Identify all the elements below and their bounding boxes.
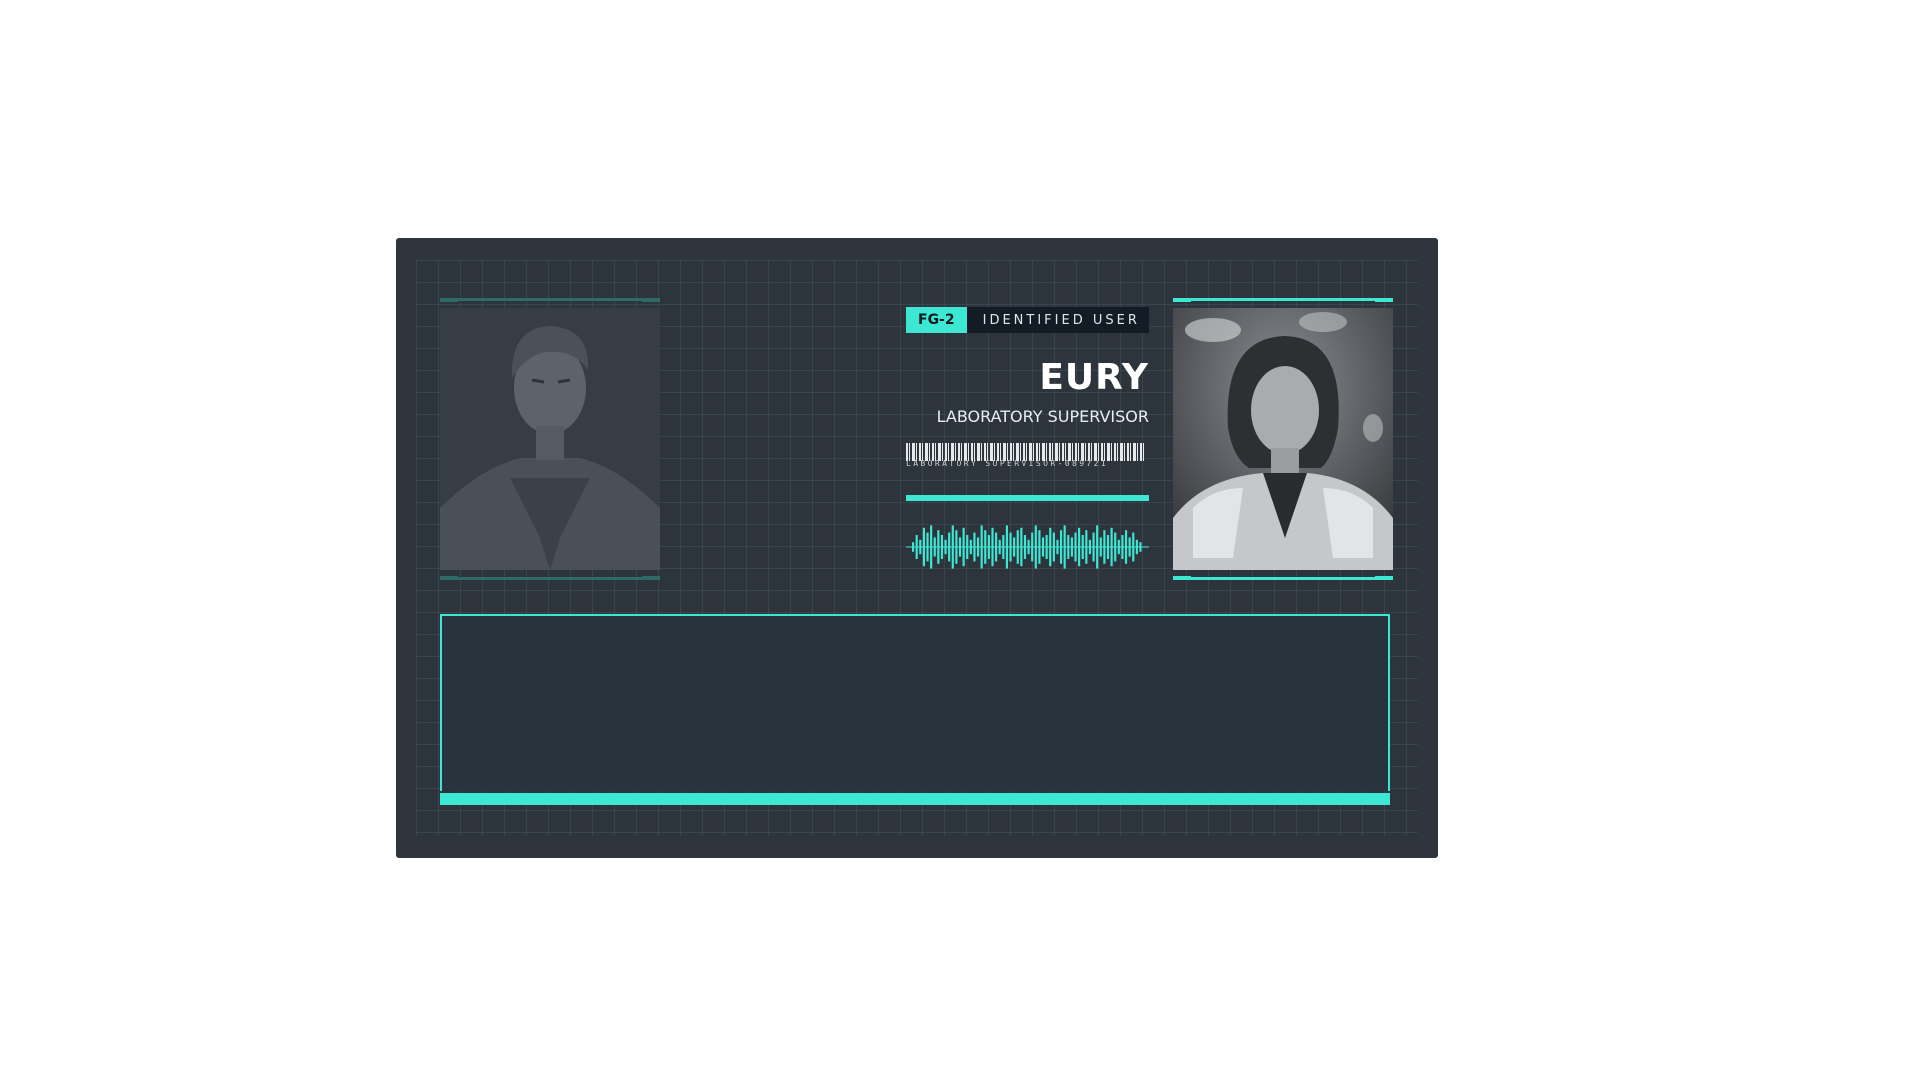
waveform-bar (1078, 527, 1081, 567)
accent-divider (906, 495, 1149, 501)
waveform-bar (1059, 530, 1063, 564)
portrait-frame-top (1173, 298, 1393, 301)
waveform-bar (933, 537, 936, 557)
male-character-silhouette (440, 308, 660, 570)
portrait-frame-cap (440, 576, 458, 580)
waveform-bar (1005, 525, 1009, 569)
portrait-frame-bottom (1173, 577, 1393, 580)
speaker-name: EURY (1039, 357, 1149, 398)
waveform-bar (1023, 535, 1027, 559)
waveform-bar (944, 539, 947, 555)
speaker-role: LABORATORY SUPERVISOR (936, 407, 1149, 426)
inactive-speaker-portrait (440, 298, 660, 580)
waveform-bar (1038, 530, 1041, 564)
waveform-bar (1027, 539, 1030, 555)
waveform-bar (976, 537, 980, 557)
waveform-bar (1016, 530, 1019, 564)
waveform-bar (991, 527, 994, 567)
waveform-bar (1002, 535, 1005, 559)
waveform-bar (1070, 537, 1073, 557)
speaker-id-label: IDENTIFIED USER (982, 312, 1140, 328)
waveform-bar (980, 525, 983, 569)
waveform-bar (995, 532, 998, 562)
portrait-frame-cap (1173, 298, 1191, 302)
waveform-bar (922, 527, 925, 567)
waveform-bar (1128, 537, 1131, 557)
waveform-bar (955, 530, 958, 564)
waveform-bar (1088, 539, 1092, 555)
waveform-bar (1031, 532, 1034, 562)
waveform-bar (1106, 535, 1110, 559)
female-character-silhouette (1173, 308, 1393, 570)
male-character-portrait (440, 308, 660, 570)
dialogue-text-box[interactable] (440, 614, 1390, 791)
portrait-frame-cap (1375, 298, 1393, 302)
waveform-bar (1034, 525, 1037, 569)
waveform-bar (1063, 525, 1066, 569)
waveform-bar (1110, 527, 1113, 567)
waveform-bar (1081, 535, 1084, 559)
waveform-bar (987, 535, 990, 559)
waveform-bar (1121, 535, 1124, 559)
waveform-bar (1009, 532, 1012, 562)
waveform-bar (973, 532, 976, 562)
waveform-bar (1114, 532, 1117, 562)
waveform-bar (1124, 530, 1128, 564)
dialogue-box-underline (440, 793, 1390, 805)
waveform-bar (1085, 530, 1088, 564)
waveform-bar (951, 525, 954, 569)
waveform-bar (1135, 539, 1138, 555)
waveform-bar (937, 530, 940, 564)
portrait-frame-top (440, 298, 660, 301)
waveform-bar (930, 525, 933, 569)
waveform-bar (912, 542, 915, 552)
waveform-bar (926, 532, 929, 562)
waveform-bar (1139, 542, 1142, 552)
active-speaker-portrait (1173, 298, 1393, 580)
portrait-frame-cap (642, 298, 660, 302)
waveform-bar (966, 535, 969, 559)
waveform-bar (1132, 532, 1135, 562)
speaker-id-tag: FG-2 IDENTIFIED USER (906, 307, 1149, 333)
portrait-frame-bottom (440, 577, 660, 580)
waveform-bar (1045, 535, 1048, 559)
waveform-bar (919, 539, 922, 555)
waveform-bar (1020, 527, 1023, 567)
waveform-bar (915, 535, 918, 559)
waveform-bar (1052, 532, 1055, 562)
female-character-portrait (1173, 308, 1393, 570)
waveform-bar (958, 537, 962, 557)
waveform-bar (1067, 535, 1070, 559)
portrait-frame-cap (1375, 576, 1393, 580)
waveform-bar (940, 535, 944, 559)
waveform-bar (1096, 525, 1099, 569)
waveform-bar (1099, 537, 1102, 557)
waveform-bar (1103, 530, 1106, 564)
waveform-bar (984, 530, 987, 564)
waveform-bar (1117, 539, 1120, 555)
waveform-bar (1092, 532, 1095, 562)
voice-waveform (906, 525, 1149, 569)
waveform-bar (969, 539, 972, 555)
waveform-bar (962, 527, 965, 567)
portrait-frame-cap (642, 576, 660, 580)
waveform-bar (1056, 539, 1059, 555)
waveform-bar (1013, 537, 1016, 557)
barcode-caption: LABORATORY SUPERVISOR-089721 (906, 459, 1109, 468)
waveform-bar (998, 539, 1001, 555)
waveform-bar (1049, 527, 1052, 567)
waveform-bar (1041, 537, 1045, 557)
waveform-bar (948, 532, 951, 562)
waveform-bar (1074, 532, 1077, 562)
portrait-frame-cap (1173, 576, 1191, 580)
portrait-frame-cap (440, 298, 458, 302)
speaker-id-code: FG-2 (906, 307, 967, 333)
